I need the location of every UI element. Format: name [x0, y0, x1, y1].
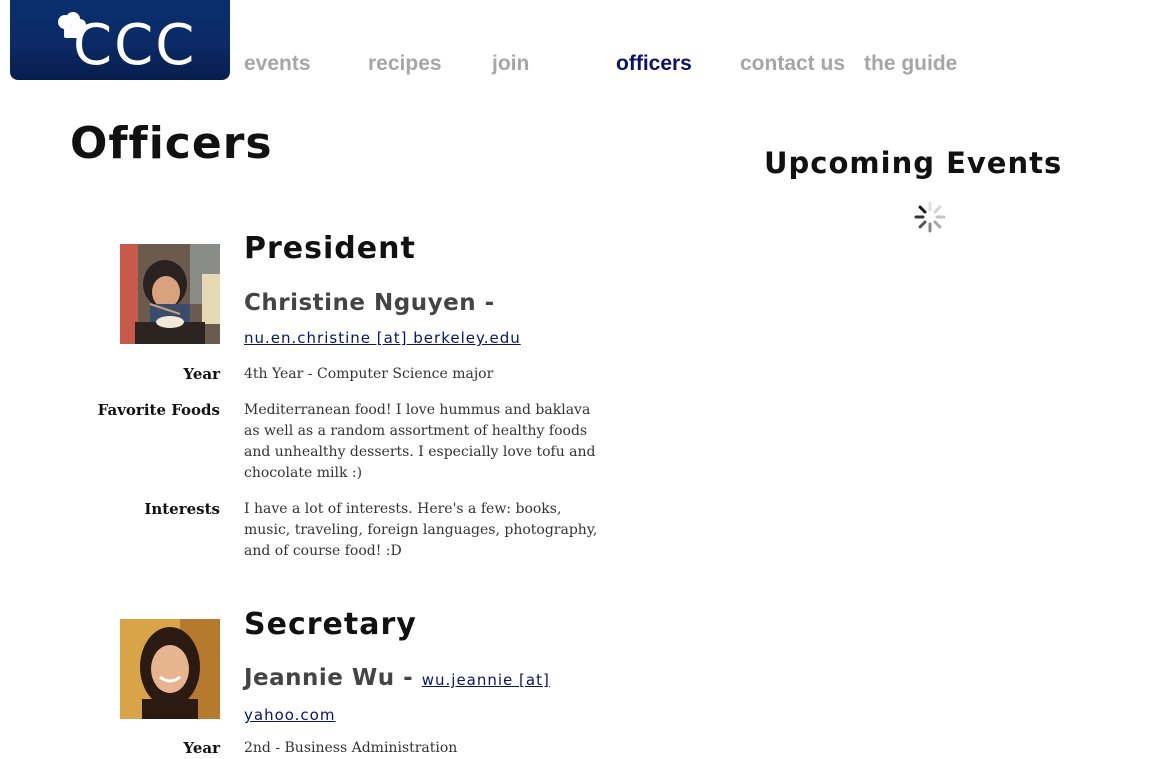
- officer-email-link[interactable]: nu.en.christine [at] berkeley.edu: [244, 329, 521, 347]
- field-label: Interests: [144, 500, 220, 518]
- nav-events[interactable]: events: [244, 52, 311, 76]
- field-label: Year: [183, 365, 220, 383]
- logo-text: CCC: [73, 13, 197, 78]
- nav-join[interactable]: join: [492, 52, 529, 76]
- officer-photo: [120, 619, 220, 719]
- upcoming-events-title: Upcoming Events: [764, 146, 1063, 180]
- officer-name-line: Jeannie Wu - wu.jeannie [at] yahoo.com: [244, 662, 604, 732]
- loading-spinner-icon: [914, 201, 946, 233]
- site-logo[interactable]: CCC: [10, 0, 230, 80]
- officer-name: Christine Nguyen: [244, 290, 477, 316]
- field-value: Mediterranean food! I love hummus and ba…: [244, 402, 596, 481]
- field-value: I have a lot of interests. Here's a few:…: [244, 501, 598, 559]
- officer-role: President: [244, 231, 416, 266]
- name-separator: -: [394, 665, 422, 691]
- officer-name-line: Christine Nguyen - nu.en.christine [at] …: [244, 287, 604, 355]
- field-value: 4th Year - Computer Science major: [244, 366, 494, 382]
- field-label: Favorite Foods: [97, 401, 220, 419]
- nav-contact-us[interactable]: contact us: [740, 52, 845, 76]
- nav-recipes[interactable]: recipes: [368, 52, 442, 76]
- nav-officers[interactable]: officers: [616, 52, 692, 76]
- field-label: Year: [183, 739, 220, 757]
- officer-role: Secretary: [244, 607, 417, 642]
- officer-name: Jeannie Wu: [244, 665, 395, 691]
- page-title: Officers: [70, 118, 273, 169]
- nav-the-guide[interactable]: the guide: [864, 52, 957, 76]
- name-separator: -: [476, 290, 495, 316]
- officer-photo: [120, 244, 220, 344]
